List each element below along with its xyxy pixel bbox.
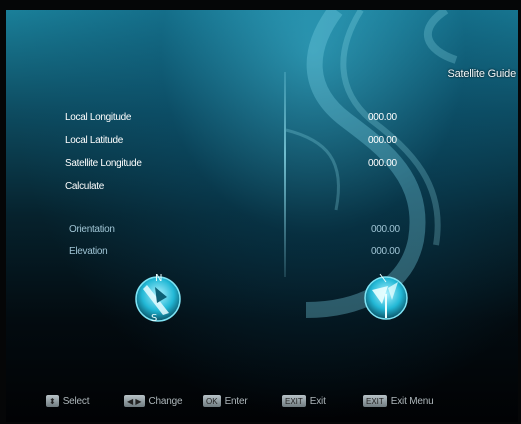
updown-key-icon: ⬍ <box>46 395 59 407</box>
hint-exit-menu: EXIT Exit Menu <box>363 394 434 408</box>
satellite-longitude-value[interactable]: 000.00 <box>368 158 397 169</box>
south-label: S <box>151 313 157 324</box>
leftright-key-icon: ◀ ▶ <box>124 395 145 407</box>
local-latitude-value[interactable]: 000.00 <box>368 135 397 146</box>
hint-exit: EXIT Exit <box>282 394 326 408</box>
exit-menu-key-icon: EXIT <box>363 395 387 407</box>
elevation-dish-icon <box>364 273 408 320</box>
satellite-longitude-label[interactable]: Satellite Longitude <box>65 158 142 169</box>
exit-key-icon: EXIT <box>282 395 306 407</box>
satellite-guide-screen: Satellite Guide Local Longitude 000.00 L… <box>6 10 518 422</box>
local-latitude-label[interactable]: Local Latitude <box>65 135 123 146</box>
orientation-value: 000.00 <box>371 224 400 235</box>
local-longitude-label[interactable]: Local Longitude <box>65 112 131 123</box>
orientation-label: Orientation <box>69 224 115 235</box>
hint-enter: OK Enter <box>203 394 248 408</box>
elevation-label: Elevation <box>69 246 108 257</box>
north-label: N <box>155 273 162 284</box>
page-title: Satellite Guide <box>447 68 516 80</box>
orientation-compass-icon: N S <box>135 273 181 324</box>
background-swoosh-decoration <box>285 10 458 318</box>
footer-hint-bar: ⬍ Select ◀ ▶ Change OK Enter EXIT Exit E… <box>6 394 518 410</box>
calculate-button[interactable]: Calculate <box>65 181 104 192</box>
elevation-value: 000.00 <box>371 246 400 257</box>
ok-key-icon: OK <box>203 395 221 407</box>
divider-line <box>284 72 286 277</box>
local-longitude-value[interactable]: 000.00 <box>368 112 397 123</box>
hint-change: ◀ ▶ Change <box>124 394 183 408</box>
hint-select: ⬍ Select <box>46 394 89 408</box>
